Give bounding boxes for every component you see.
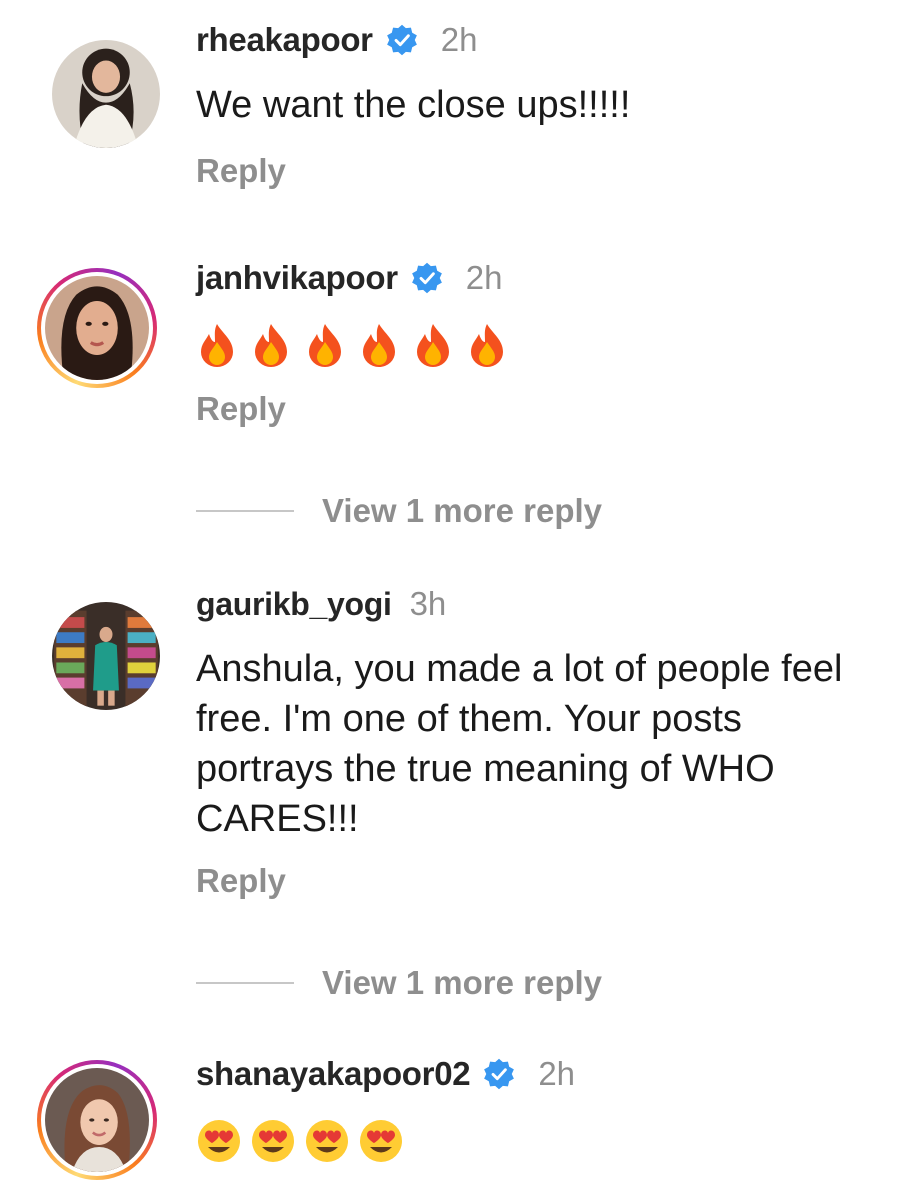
heart-eyes-face-icon: [360, 1120, 402, 1162]
username[interactable]: gaurikb_yogi: [196, 586, 392, 623]
fire-icon: [255, 324, 287, 367]
reply-button[interactable]: Reply: [196, 390, 286, 428]
portrait-avatar-icon: [45, 1068, 149, 1172]
verified-badge-icon: [411, 262, 442, 294]
reply-button[interactable]: Reply: [196, 152, 286, 190]
comment-text: Anshula, you made a lot of people feel f…: [196, 648, 843, 840]
view-more-label[interactable]: View 1 more reply: [322, 492, 602, 530]
avatar[interactable]: [46, 34, 166, 154]
timestamp: 2h: [538, 1055, 576, 1092]
heart-eyes-face-icon: [252, 1120, 294, 1162]
heart-eyes-face-icon: [306, 1120, 348, 1162]
heart-eyes-face-icon: [198, 1120, 240, 1162]
timestamp: 3h: [409, 585, 447, 622]
view-more-label[interactable]: View 1 more reply: [322, 964, 602, 1002]
fire-icon: [471, 324, 503, 367]
fire-icon: [417, 324, 449, 367]
avatar[interactable]: [37, 268, 157, 388]
avatar[interactable]: [46, 596, 166, 716]
verified-badge-icon: [484, 1058, 515, 1090]
portrait-avatar-icon: [52, 40, 160, 148]
view-more-replies[interactable]: View 1 more reply: [196, 964, 602, 1002]
view-more-replies[interactable]: View 1 more reply: [196, 492, 602, 530]
bookstore-avatar-icon: [52, 602, 160, 710]
fire-icon: [363, 324, 395, 367]
avatar[interactable]: [37, 1060, 157, 1180]
fire-icon: [309, 324, 341, 367]
comment-emoji: [196, 322, 508, 368]
portrait-avatar-icon: [45, 276, 149, 380]
verified-badge-icon: [386, 24, 417, 56]
username[interactable]: shanayakapoor02: [196, 1055, 471, 1093]
story-ring: [41, 1064, 153, 1176]
fire-icon: [201, 324, 233, 367]
username[interactable]: janhvikapoor: [196, 259, 398, 297]
reply-button[interactable]: Reply: [196, 862, 286, 900]
timestamp: 2h: [440, 21, 478, 58]
username[interactable]: rheakapoor: [196, 21, 373, 59]
comment-text: We want the close ups!!!!!: [196, 84, 631, 126]
comment-emoji: [196, 1118, 404, 1164]
story-ring: [41, 272, 153, 384]
divider: [196, 510, 294, 512]
divider: [196, 982, 294, 984]
timestamp: 2h: [465, 259, 503, 296]
